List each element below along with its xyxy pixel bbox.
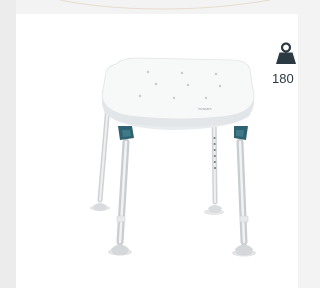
weight-icon	[276, 42, 296, 64]
max-load-badge: 180	[268, 42, 298, 90]
max-load-value: 180	[272, 71, 294, 86]
svg-text:invacare: invacare	[198, 107, 212, 111]
product-view: invacare 180	[0, 0, 298, 288]
shower-stool-image: invacare	[90, 57, 256, 257]
left-strip	[0, 0, 16, 288]
